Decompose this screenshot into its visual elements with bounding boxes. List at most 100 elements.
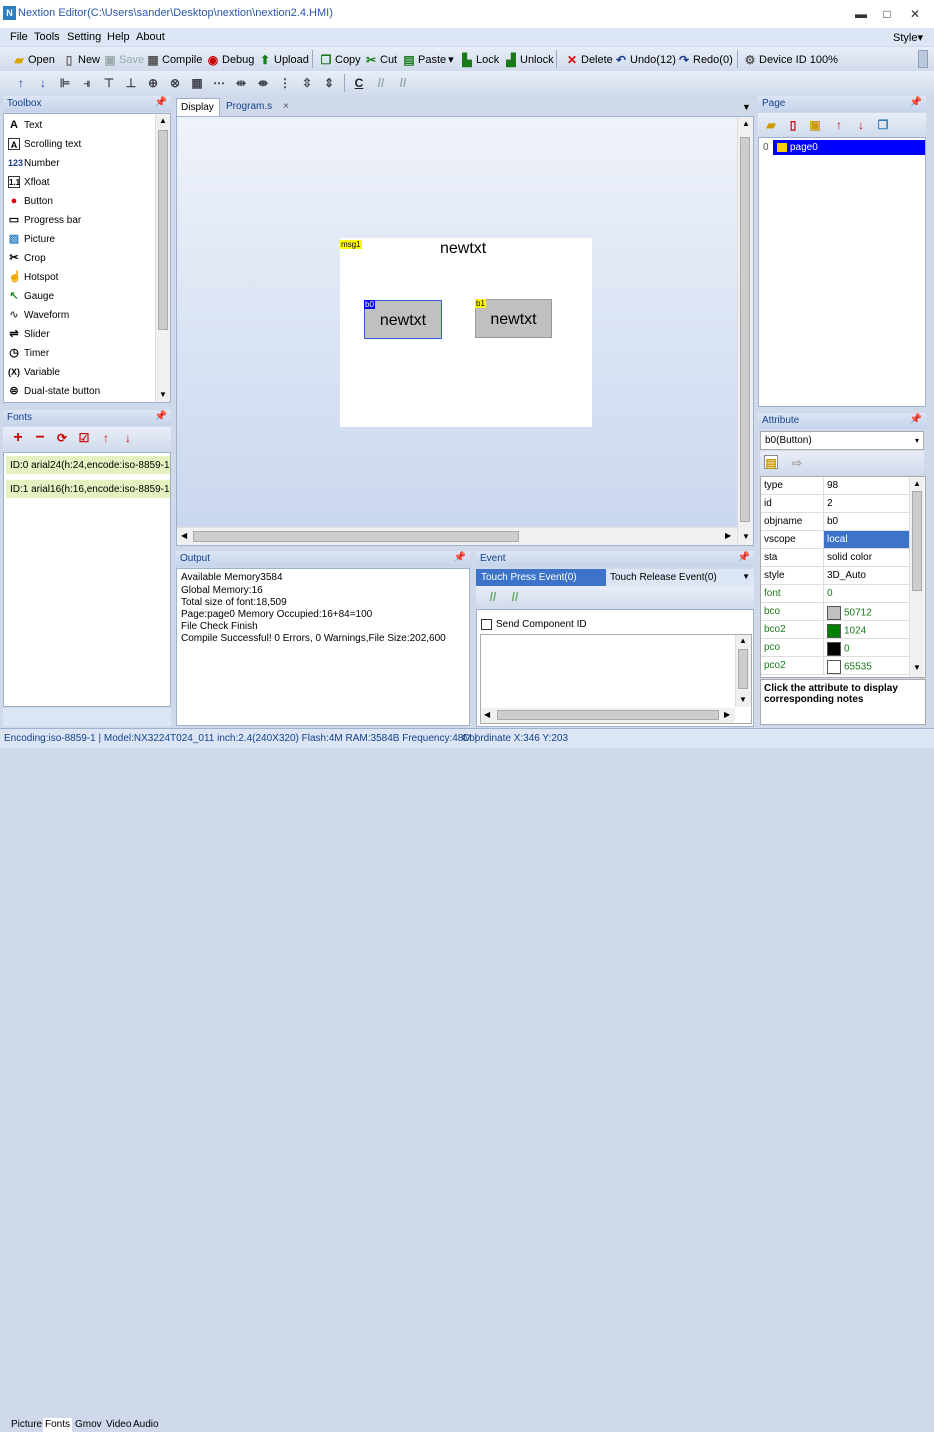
center-vertical-icon[interactable]: ⊗ (168, 76, 182, 90)
close-button[interactable]: ✕ (902, 4, 928, 24)
component-selector[interactable]: b0(Button) ▾ (760, 431, 924, 450)
color-swatch[interactable] (827, 606, 841, 620)
tab-audio[interactable]: Audio (131, 1418, 161, 1432)
attribute-value[interactable]: 3D_Auto (827, 570, 866, 581)
attribute-row-vscope[interactable]: vscope local (761, 531, 909, 549)
event-hscrollbar[interactable]: ◀ ▶ (481, 708, 735, 723)
add-page-icon[interactable]: ▰ (764, 118, 778, 132)
font-up-icon[interactable]: ↑ (99, 431, 113, 445)
toolbox-progress-bar[interactable]: ▭ Progress bar (8, 211, 81, 229)
scroll-up-icon[interactable]: ▲ (742, 119, 750, 128)
attribute-value[interactable]: b0 (827, 516, 838, 527)
font-item[interactable]: ID:0 arial24(h:24,encode:iso-8859-1,c (6, 456, 170, 474)
attribute-value[interactable]: 0 (827, 642, 850, 656)
page-down-icon[interactable]: ↓ (854, 118, 868, 132)
attribute-row-bco[interactable]: bco 50712 (761, 603, 909, 621)
menu-help[interactable]: Help (107, 31, 130, 43)
attribute-value[interactable]: 1024 (827, 624, 866, 638)
design-area[interactable]: msg1 newtxt newtxt b0 newtxt b1 ▲ ▼ ◀ ▶ (176, 116, 754, 546)
attribute-value[interactable]: 98 (827, 480, 838, 491)
upload-button[interactable]: ⬆ Upload (258, 51, 309, 68)
b1-button[interactable]: newtxt (475, 299, 552, 338)
scroll-thumb[interactable] (158, 130, 168, 330)
comment-icon[interactable]: C (352, 76, 366, 90)
tab-gmov[interactable]: Gmov (73, 1418, 104, 1432)
lock-button[interactable]: ▙ Lock (460, 51, 499, 68)
paste-button[interactable]: ▤ Paste ▾ (402, 51, 453, 68)
attribute-scrollbar[interactable]: ▲ ▼ (909, 477, 924, 677)
align-top-icon[interactable]: ⊤ (102, 76, 116, 90)
save-button[interactable]: ▣ Save (103, 51, 144, 68)
delete-button[interactable]: ✕ Delete (565, 51, 613, 68)
attribute-row-bco2[interactable]: bco2 1024 (761, 621, 909, 639)
toolbox-button[interactable]: ● Button (8, 192, 53, 210)
align-left-icon[interactable]: ⊫ (58, 76, 72, 90)
move-up-icon[interactable]: ↑ (14, 76, 28, 90)
remove-font-icon[interactable]: − (33, 430, 47, 446)
tab-picture[interactable]: Picture (9, 1418, 44, 1432)
unlock-button[interactable]: ▟ Unlock (504, 51, 553, 68)
attribute-value[interactable]: local (824, 531, 909, 548)
toolbox-text[interactable]: A Text (8, 116, 42, 134)
space-h-increase-icon[interactable]: ⇹ (234, 76, 248, 90)
toolbox-picture[interactable]: ▨ Picture (8, 230, 55, 248)
toolbox-hotspot[interactable]: ☝ Hotspot (8, 268, 58, 286)
tab-display[interactable]: Display (176, 98, 220, 116)
menu-tools[interactable]: Tools (34, 31, 60, 43)
font-item[interactable]: ID:1 arial16(h:16,encode:iso-8859-1,c (6, 480, 170, 498)
center-horizontal-icon[interactable]: ⊕ (146, 76, 160, 90)
sort-icon[interactable]: ⇨ (790, 456, 804, 470)
space-v-decrease-icon[interactable]: ⇕ (322, 76, 336, 90)
attribute-row-font[interactable]: font 0 (761, 585, 909, 603)
add-font-icon[interactable]: + (11, 430, 25, 446)
space-vertical-icon[interactable]: ⋮ (278, 76, 292, 90)
attribute-row-sta[interactable]: sta solid color (761, 549, 909, 567)
attribute-value[interactable]: 0 (827, 588, 833, 599)
space-horizontal-icon[interactable]: ⋯ (212, 76, 226, 90)
tab-video[interactable]: Video (104, 1418, 133, 1432)
minimize-button[interactable]: ▬ (848, 4, 874, 24)
attribute-row-pco[interactable]: pco 0 (761, 639, 909, 657)
scroll-down-icon[interactable]: ▼ (159, 390, 167, 399)
delete-page-icon[interactable]: ▯ (786, 118, 800, 132)
scroll-down-icon[interactable]: ▼ (742, 532, 750, 541)
undo-button[interactable]: ↶ Undo(12) (614, 51, 676, 68)
copy-button[interactable]: ❐ Copy (319, 51, 361, 68)
tab-list-icon[interactable]: ▼ (742, 102, 751, 112)
tab-touch-release[interactable]: Touch Release Event(0) ▼ (606, 569, 754, 586)
scroll-up-icon[interactable]: ▲ (159, 116, 167, 125)
scroll-thumb[interactable] (193, 531, 519, 542)
space-v-increase-icon[interactable]: ⇳ (300, 76, 314, 90)
menu-setting[interactable]: Setting (67, 31, 101, 43)
b0-button[interactable]: newtxt (364, 300, 442, 339)
align-right-icon[interactable]: ⫣ (80, 76, 94, 90)
page-item-page0[interactable]: page0 (773, 140, 925, 155)
attribute-row-objname[interactable]: objname b0 (761, 513, 909, 531)
copy-page-icon[interactable]: ❐ (876, 118, 890, 132)
toolbar-overflow[interactable] (918, 50, 928, 68)
menu-file[interactable]: File (10, 31, 28, 43)
pin-icon[interactable]: 📌 (155, 411, 167, 422)
toolbox-number[interactable]: 123 Number (8, 154, 60, 172)
scroll-right-icon[interactable]: ▶ (725, 531, 731, 540)
canvas-hscrollbar[interactable]: ◀ ▶ (177, 527, 737, 545)
scroll-left-icon[interactable]: ◀ (181, 531, 187, 540)
msg1-text[interactable]: newtxt (440, 240, 486, 258)
pin-icon[interactable]: 📌 (454, 552, 466, 563)
color-swatch[interactable] (827, 624, 841, 638)
attribute-row-pco2[interactable]: pco2 65535 (761, 657, 909, 675)
toolbox-scrolling-text[interactable]: A Scrolling text (8, 135, 81, 153)
send-id-checkbox[interactable] (481, 619, 492, 630)
toolbox-crop[interactable]: ✂ Crop (8, 249, 45, 267)
page-canvas[interactable]: msg1 newtxt newtxt b0 newtxt b1 (340, 238, 592, 427)
event-vscrollbar[interactable]: ▲ ▼ (735, 635, 751, 707)
attribute-row-style[interactable]: style 3D_Auto (761, 567, 909, 585)
toolbox-dual-state-button[interactable]: ⊜ Dual-state button (8, 382, 100, 400)
align-bottom-icon[interactable]: ⊥ (124, 76, 138, 90)
pin-icon[interactable]: 📌 (738, 552, 750, 563)
attribute-value[interactable]: solid color (827, 552, 872, 563)
toolbox-waveform[interactable]: ∿ Waveform (8, 306, 69, 324)
attribute-row-type[interactable]: type 98 (761, 477, 909, 495)
redo-button[interactable]: ↷ Redo(0) (677, 51, 733, 68)
scroll-thumb[interactable] (740, 137, 750, 522)
